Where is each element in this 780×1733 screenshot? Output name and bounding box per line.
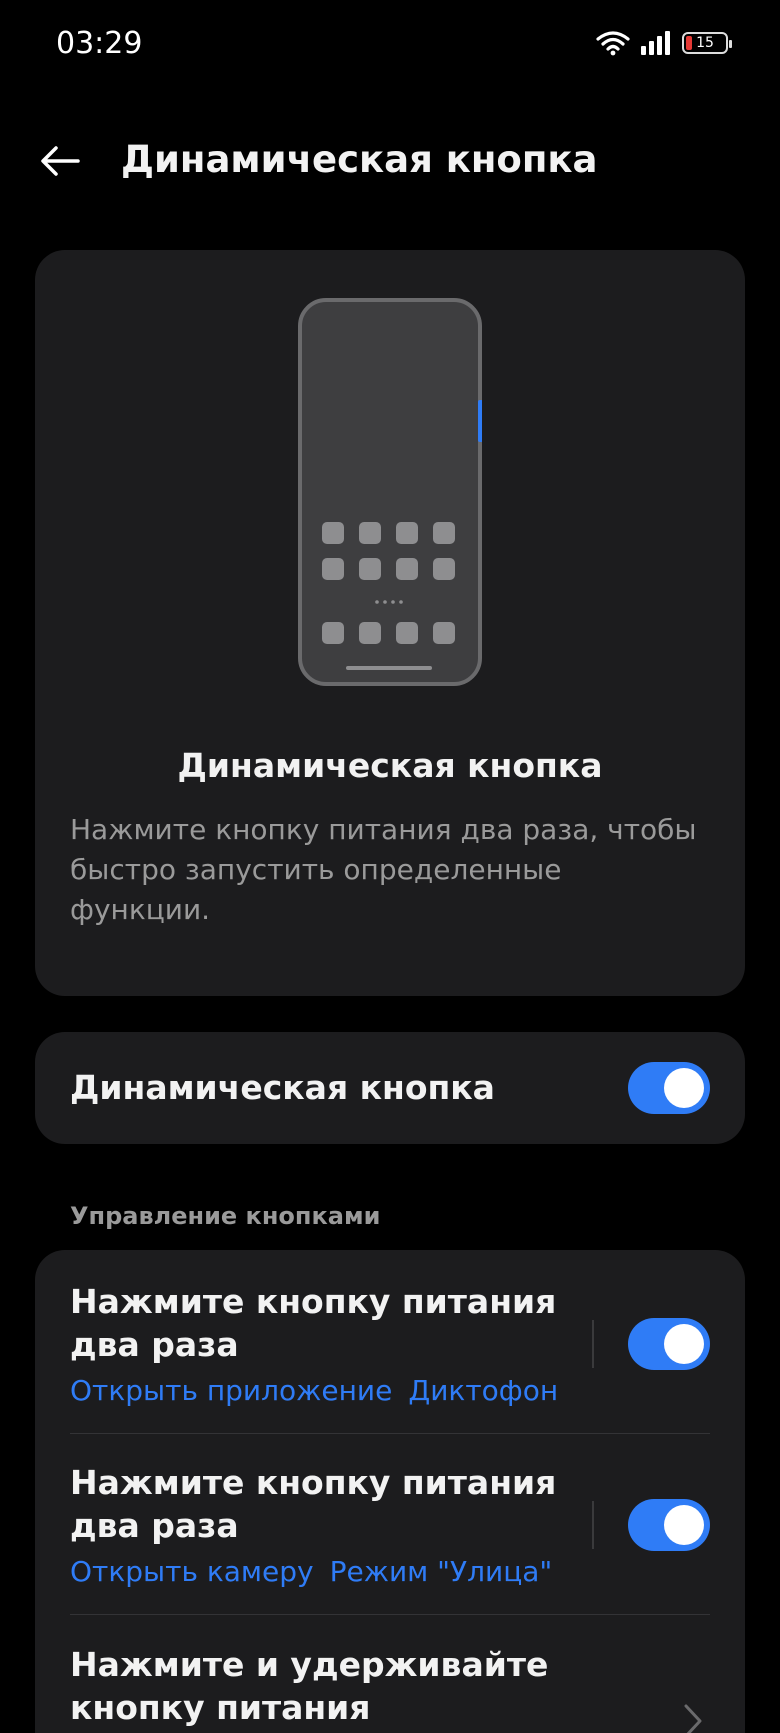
chevron-right-icon bbox=[684, 1704, 702, 1733]
screen: 03:29 15 Динамическая кнопка Динамическа… bbox=[0, 0, 780, 1733]
main-toggle-row[interactable]: Динамическая кнопка bbox=[35, 1032, 745, 1144]
list-item-double-press-camera[interactable]: Нажмите кнопку питания два раза Открыть … bbox=[35, 1431, 745, 1614]
status-bar: 03:29 15 bbox=[0, 0, 780, 92]
main-toggle-label: Динамическая кнопка bbox=[70, 1068, 495, 1107]
item-title: Нажмите кнопку питания два раза bbox=[70, 1282, 557, 1364]
button-actions-list: Нажмите кнопку питания два раза Открыть … bbox=[35, 1250, 745, 1733]
status-icons: 15 bbox=[596, 30, 732, 56]
arrow-left-icon bbox=[41, 146, 80, 176]
vertical-divider bbox=[592, 1501, 594, 1549]
header: Динамическая кнопка bbox=[0, 120, 780, 200]
phone-illustration bbox=[298, 298, 482, 686]
item-toggle-switch[interactable] bbox=[628, 1318, 710, 1370]
signal-icon bbox=[641, 31, 670, 55]
battery-icon: 15 bbox=[682, 32, 732, 54]
item-subtitle: Открыть приложение Диктофон bbox=[70, 1374, 558, 1407]
item-action: Открыть приложение bbox=[70, 1374, 393, 1407]
battery-level-fill bbox=[686, 36, 692, 50]
hero-title: Динамическая кнопка bbox=[177, 746, 603, 785]
toggle-knob bbox=[664, 1505, 704, 1545]
list-item-long-press[interactable]: Нажмите и удерживайте кнопку питания bbox=[35, 1613, 745, 1733]
wifi-icon bbox=[596, 31, 630, 56]
item-subtitle: Открыть камеру Режим "Улица" bbox=[70, 1555, 552, 1588]
item-title: Нажмите и удерживайте кнопку питания bbox=[70, 1645, 549, 1727]
page-title: Динамическая кнопка bbox=[121, 138, 598, 181]
item-title: Нажмите кнопку питания два раза bbox=[70, 1463, 557, 1545]
status-time: 03:29 bbox=[56, 26, 143, 61]
toggle-knob bbox=[664, 1324, 704, 1364]
vertical-divider bbox=[592, 1320, 594, 1368]
item-target: Диктофон bbox=[408, 1374, 559, 1407]
hero-card: Динамическая кнопка Нажмите кнопку питан… bbox=[35, 250, 745, 996]
item-target: Режим "Улица" bbox=[329, 1555, 553, 1588]
item-toggle-switch[interactable] bbox=[628, 1499, 710, 1551]
main-toggle-switch[interactable] bbox=[628, 1062, 710, 1114]
toggle-knob bbox=[664, 1068, 704, 1108]
battery-level: 15 bbox=[696, 35, 714, 51]
hero-description: Нажмите кнопку питания два раза, чтобы б… bbox=[70, 813, 697, 926]
item-action: Открыть камеру bbox=[70, 1555, 314, 1588]
list-item-double-press-recorder[interactable]: Нажмите кнопку питания два раза Открыть … bbox=[35, 1250, 745, 1433]
back-button[interactable] bbox=[36, 136, 86, 186]
section-header: Управление кнопками bbox=[70, 1202, 381, 1230]
